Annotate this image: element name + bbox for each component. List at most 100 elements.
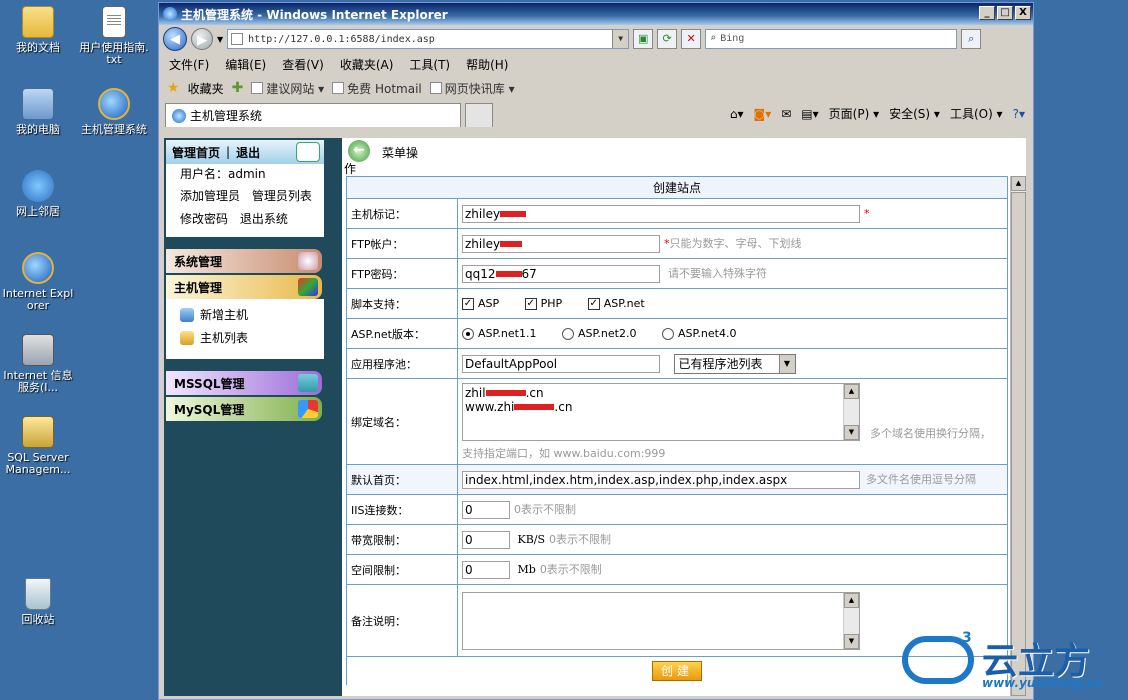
aspnet11-radio[interactable]: ASP.net1.1 <box>462 327 536 340</box>
section-host-management[interactable]: 主机管理 <box>166 275 322 299</box>
refresh-button[interactable]: ⟳ <box>657 29 678 49</box>
change-password-link[interactable]: 修改密码 <box>180 212 228 226</box>
form-row-script: 脚本支持： ✓ ASP ✓ PHP ✓ ASP.net <box>346 288 1008 319</box>
ftp-input[interactable]: zhiley <box>462 234 660 253</box>
section-mssql-management[interactable]: MSSQL管理 <box>166 371 322 395</box>
menu-favorites[interactable]: 收藏夹(A) <box>340 56 394 73</box>
maximize-button[interactable]: □ <box>997 6 1013 20</box>
home-icon[interactable]: ⌂▾ <box>730 107 744 121</box>
form-row-host: 主机标记： zhiley * <box>346 198 1008 229</box>
rss-icon[interactable]: ◙▾ <box>754 107 772 121</box>
safety-menu[interactable]: 安全(S) ▾ <box>889 105 940 122</box>
create-site-form: 创建站点 主机标记： zhiley * FTP帐户： zhiley *只能为数字、字… <box>346 176 1008 685</box>
page-scrollbar[interactable]: ▲ <box>1010 176 1026 696</box>
favlink-suggested[interactable]: 建议网站 ▾ <box>251 80 324 97</box>
page-icon <box>332 82 345 94</box>
add-admin-link[interactable]: 添加管理员 <box>180 189 240 203</box>
app-pool-select[interactable]: 已有程序池列表 ▼ <box>673 353 796 374</box>
aspnet40-radio[interactable]: ASP.net4.0 <box>661 327 736 340</box>
domain-textarea[interactable]: zhil .cn www.zhi .cn ▲ ▼ <box>462 382 860 441</box>
history-dropdown-icon[interactable]: ▼ <box>217 35 223 44</box>
scroll-thumb[interactable] <box>1011 192 1026 696</box>
desktop-icon-label: 我的电脑 <box>16 123 60 136</box>
desktop-icon-network[interactable]: 网上邻居 <box>2 170 74 218</box>
required-mark: * <box>864 206 870 220</box>
scroll-up-icon[interactable]: ▲ <box>1011 176 1026 191</box>
ftp-password-input[interactable]: qq12 67 <box>462 264 660 283</box>
favorites-button[interactable]: 收藏夹 <box>188 80 224 97</box>
username-value: admin <box>228 167 266 181</box>
stop-button[interactable]: ✕ <box>681 29 702 49</box>
desktop-icon-user-guide[interactable]: 用户使用指南.txt <box>78 6 150 66</box>
search-button[interactable]: ⌕ <box>961 29 982 49</box>
print-icon[interactable]: ▤▾ <box>801 107 818 121</box>
close-button[interactable]: X <box>1015 6 1031 20</box>
search-input[interactable]: ⌕ Bing <box>705 29 958 49</box>
menu-file[interactable]: 文件(F) <box>169 56 209 73</box>
tab-host-system[interactable]: 主机管理系统 <box>165 103 461 127</box>
new-tab-button[interactable] <box>465 103 493 127</box>
space-input[interactable]: 0 <box>462 560 510 579</box>
exit-system-link[interactable]: 退出系统 <box>240 212 288 226</box>
desktop-icon-iis[interactable]: Internet 信息服务(I... <box>2 334 74 394</box>
add-favorite-icon[interactable]: ✚ <box>232 80 244 96</box>
favlink-hotmail[interactable]: 免费 Hotmail <box>332 80 422 97</box>
note-textarea[interactable]: ▲ ▼ <box>462 591 860 650</box>
bandwidth-input[interactable]: 0 <box>462 530 510 549</box>
page-menu[interactable]: 页面(P) ▾ <box>829 105 879 122</box>
admin-list-link[interactable]: 管理员列表 <box>252 189 312 203</box>
back-arrow-icon[interactable]: ← <box>348 140 370 162</box>
minimize-button[interactable]: _ <box>979 6 995 20</box>
section-mysql-management[interactable]: MySQL管理 <box>166 397 322 421</box>
host-list-link[interactable]: 主机列表 <box>166 326 324 349</box>
redaction <box>514 404 555 410</box>
iis-connections-input[interactable]: 0 <box>462 500 510 519</box>
tools-menu[interactable]: 工具(O) ▾ <box>950 105 1003 122</box>
desktop-icon-host-system[interactable]: 主机管理系统 <box>78 88 150 136</box>
menu-edit[interactable]: 编辑(E) <box>225 56 266 73</box>
bandwidth-label: 带宽限制： <box>346 524 458 555</box>
search-icon: ⌕ <box>710 34 717 45</box>
section-system-management[interactable]: 系统管理 <box>166 249 322 273</box>
forward-button[interactable]: ▶ <box>191 28 213 50</box>
aspnet20-radio[interactable]: ASP.net2.0 <box>561 327 636 340</box>
main-panel: ← 菜单操 作 创建站点 主机标记： zhiley * FTP帐户： zhile… <box>342 138 1026 696</box>
back-button[interactable]: ◀ <box>163 27 187 51</box>
menu-tools[interactable]: 工具(T) <box>409 56 450 73</box>
address-input[interactable]: http://127.0.0.1:6588/index.asp ▼ <box>227 29 630 49</box>
favlink-webslice[interactable]: 网页快讯库 ▾ <box>429 80 515 97</box>
domain-line-2: www.zhi .cn <box>465 399 573 414</box>
index-label: 默认首页： <box>346 464 458 495</box>
asp-checkbox[interactable]: ✓ ASP <box>462 297 499 310</box>
check-icon: ✓ <box>524 298 537 310</box>
desktop-icon-sql-server[interactable]: SQL Server Managem... <box>2 416 74 476</box>
mail-icon[interactable]: ✉ <box>781 107 791 121</box>
page-icon <box>231 33 244 45</box>
textarea-scrollbar[interactable]: ▲ ▼ <box>843 383 859 440</box>
desktop-icon-ie[interactable]: Internet Explorer <box>2 252 74 312</box>
address-dropdown-button[interactable]: ▼ <box>612 30 629 48</box>
textarea-scrollbar[interactable]: ▲ ▼ <box>843 592 859 649</box>
default-page-input[interactable]: index.html,index.htm,index.asp,index.php… <box>462 470 860 489</box>
desktop-icon-label: 回收站 <box>21 613 55 626</box>
internet-explorer-icon <box>98 88 130 120</box>
note-label: 备注说明： <box>346 584 458 657</box>
redaction <box>500 211 527 217</box>
aspnet-checkbox[interactable]: ✓ ASP.net <box>587 297 645 310</box>
app-pool-input[interactable]: DefaultAppPool <box>462 354 660 373</box>
menu-help[interactable]: 帮助(H) <box>466 56 508 73</box>
nav-home-link[interactable]: 管理首页 <box>172 144 220 161</box>
desktop-icon-my-documents[interactable]: 我的文档 <box>2 6 74 54</box>
compatibility-icon[interactable]: ▣ <box>633 29 654 49</box>
desktop-icon-recycle-bin[interactable]: 回收站 <box>2 578 74 626</box>
create-button[interactable]: 创建 <box>652 660 702 681</box>
nav-logout-link[interactable]: 退出 <box>236 144 260 161</box>
host-input[interactable]: zhiley <box>462 204 860 223</box>
help-icon[interactable]: ?▾ <box>1013 107 1025 121</box>
window-titlebar[interactable]: 主机管理系统 - Windows Internet Explorer _ □ X <box>159 3 1033 25</box>
iis-hint: 0表示不限制 <box>514 502 576 516</box>
php-checkbox[interactable]: ✓ PHP <box>524 297 562 310</box>
desktop-icon-my-computer[interactable]: 我的电脑 <box>2 88 74 136</box>
new-host-link[interactable]: 新增主机 <box>166 303 324 326</box>
menu-view[interactable]: 查看(V) <box>282 56 324 73</box>
